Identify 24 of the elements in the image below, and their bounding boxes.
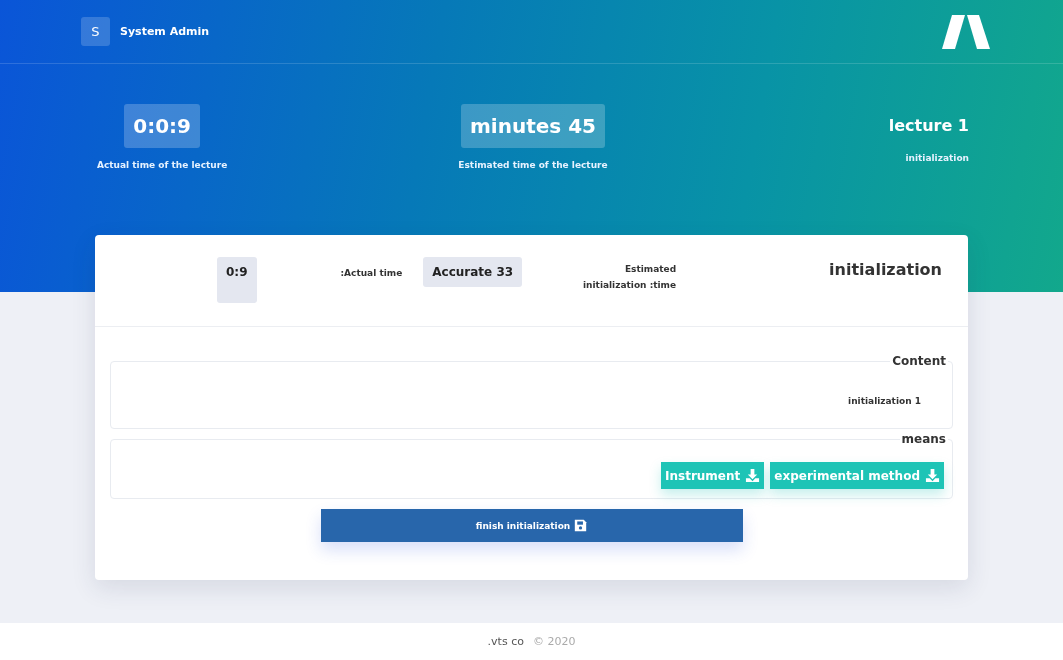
timer-badge: 0:0:9 <box>124 104 200 148</box>
stat-caption: initialization <box>905 153 969 163</box>
timer-badge: minutes 45 <box>461 104 605 148</box>
content-text: initialization 1 <box>847 395 922 406</box>
stat-caption: Actual time of the lecture <box>97 160 228 170</box>
stat-caption: Estimated time of the lecture <box>458 160 608 170</box>
estimated-time-label: Estimated initialization :time <box>582 263 677 292</box>
actual-time-label: :Actual time <box>340 267 403 278</box>
download-icon <box>925 468 940 483</box>
section-title: Content <box>890 354 948 368</box>
copyright-text: © 2020 <box>532 635 576 648</box>
finish-button[interactable]: finish initialization <box>320 509 743 542</box>
user-avatar[interactable]: S <box>81 17 110 46</box>
actual-time-value: 0:9 <box>217 257 257 303</box>
company-name: .vts co <box>487 635 524 648</box>
lecture-title: lecture 1 <box>888 115 969 137</box>
user-name[interactable]: System Admin <box>120 25 210 38</box>
download-icon <box>745 468 761 483</box>
card-title: initialization <box>829 259 942 279</box>
logo-icon <box>942 14 990 49</box>
download-button[interactable]: experimental method <box>770 462 944 489</box>
estimated-time-value: Accurate 33 <box>423 257 523 287</box>
download-button[interactable]: Instrument <box>661 462 765 489</box>
save-icon <box>574 519 588 532</box>
